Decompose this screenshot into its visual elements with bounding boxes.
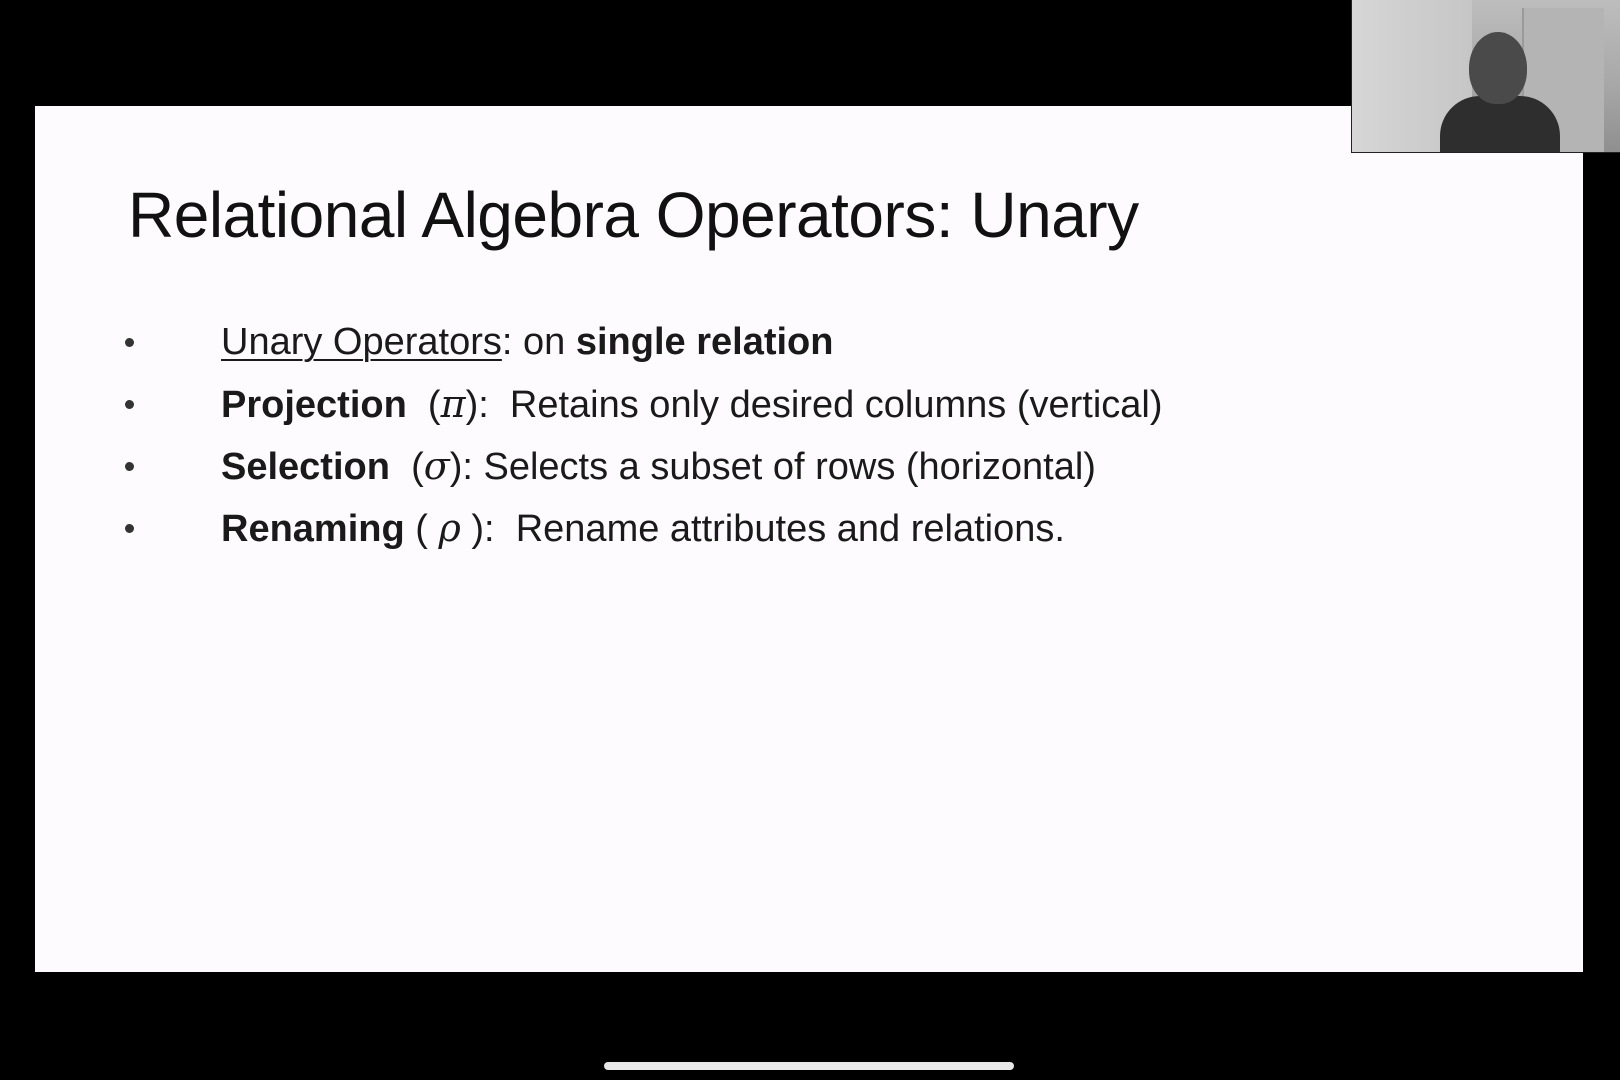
bullet-unary-operators: Unary Operators: on single relation xyxy=(125,311,1163,373)
bullet-separator: : on xyxy=(501,321,576,363)
bullet-term: Renaming xyxy=(221,508,405,550)
bullet-term: Projection xyxy=(221,384,407,426)
presenter-body xyxy=(1440,96,1560,152)
bullet-emphasis: single relation xyxy=(575,321,834,363)
pi-symbol: π xyxy=(440,382,466,426)
bullet-description: Rename attributes and relations. xyxy=(515,508,1065,550)
bullet-separator: ): xyxy=(460,508,516,550)
bullet-open-paren: ( xyxy=(406,384,441,426)
bullet-description: Retains only desired columns (vertical) xyxy=(509,384,1163,426)
bullet-selection: Selection (σ): Selects a subset of rows … xyxy=(125,435,1163,497)
bullet-term: Unary Operators xyxy=(221,321,502,363)
bullet-icon xyxy=(125,524,134,533)
bullet-term: Selection xyxy=(221,446,390,488)
bullet-list: Unary Operators: on single relation Proj… xyxy=(125,311,1163,559)
bullet-icon xyxy=(125,462,134,471)
bullet-renaming: Renaming ( ρ ): Rename attributes and re… xyxy=(125,497,1163,559)
bullet-open-paren: ( xyxy=(404,508,439,550)
bullet-icon xyxy=(125,400,134,409)
presenter-video-icon xyxy=(1469,32,1527,104)
presentation-slide: Relational Algebra Operators: Unary Unar… xyxy=(35,106,1583,972)
screen: Relational Algebra Operators: Unary Unar… xyxy=(0,0,1620,1080)
slide-title: Relational Algebra Operators: Unary xyxy=(128,179,1139,251)
home-indicator-bar[interactable] xyxy=(604,1062,1014,1070)
bullet-open-paren: ( xyxy=(389,446,424,488)
rho-symbol: ρ xyxy=(438,506,461,550)
bullet-separator: ): xyxy=(449,446,484,488)
bullet-separator: ): xyxy=(465,384,510,426)
bullet-icon xyxy=(125,338,134,347)
bullet-description: Selects a subset of rows (horizontal) xyxy=(483,446,1096,488)
sigma-symbol: σ xyxy=(423,444,450,488)
presenter-webcam-thumbnail[interactable] xyxy=(1351,0,1620,153)
bullet-projection: Projection (π): Retains only desired col… xyxy=(125,373,1163,435)
